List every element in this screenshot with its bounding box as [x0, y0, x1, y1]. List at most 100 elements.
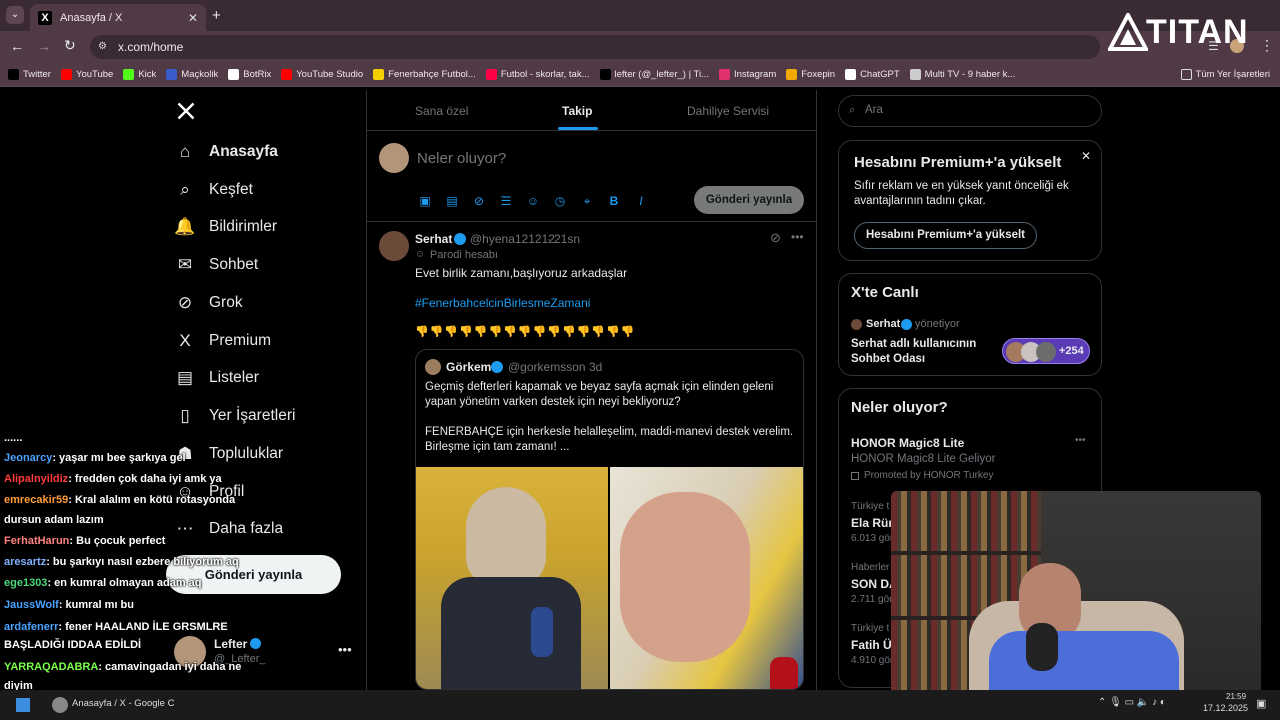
youtube-studio-icon: [281, 69, 293, 80]
bookmark-item[interactable]: Kick: [123, 69, 156, 80]
ad-title[interactable]: HONOR Magic8 Lite: [851, 436, 964, 450]
tab-for-you[interactable]: Sana özel: [415, 104, 468, 118]
ad-more-icon[interactable]: •••: [1075, 435, 1086, 446]
parody-icon: ☺: [415, 249, 426, 260]
composer-input[interactable]: Neler oluyor?: [417, 150, 506, 167]
clock-time[interactable]: 21:59: [1226, 692, 1246, 701]
browser-toolbar: ← → ↻ ⚙ x.com/home ☰ ⋮: [0, 31, 1280, 63]
quote-image-right[interactable]: [610, 467, 803, 689]
tweet[interactable]: Serhat @hyena121212 · 21sn ⊘ ••• ☺ Parod…: [367, 222, 816, 690]
tweet-hashtag[interactable]: #FenerbahcelcinBirlesmeZamani: [415, 296, 590, 310]
quote-image-left[interactable]: [416, 467, 608, 689]
nav-item-messages[interactable]: ✉ Sohbet: [174, 254, 258, 276]
menu-icon[interactable]: ⋮: [1260, 37, 1274, 54]
emoji-icon[interactable]: ☺: [525, 193, 541, 209]
bookmark-item[interactable]: Futbol - skorlar, tak...: [485, 69, 590, 80]
chat-username[interactable]: Alipalnyildiz: [4, 473, 68, 485]
reload-icon[interactable]: ↻: [64, 37, 76, 54]
account-more-icon[interactable]: •••: [338, 642, 352, 657]
back-icon[interactable]: ←: [10, 38, 24, 54]
nav-item-notifications[interactable]: 🔔 Bildirimler: [174, 216, 277, 238]
tweet-time[interactable]: 21sn: [554, 232, 580, 246]
nav-item-home[interactable]: ⌂ Anasayfa: [174, 141, 278, 163]
gif-icon[interactable]: ▤: [444, 193, 460, 209]
forward-icon[interactable]: →: [37, 38, 51, 54]
bookmark-item[interactable]: lefter (@_lefter_) | Ti...: [599, 69, 709, 80]
start-icon[interactable]: [16, 698, 30, 712]
bookmark-item[interactable]: YouTube: [60, 69, 113, 80]
nav-item-premium-x[interactable]: X Premium: [174, 330, 271, 352]
notification-icon[interactable]: ▣: [1256, 697, 1266, 710]
taskbar-app-label[interactable]: Anasayfa / X - Google C: [72, 698, 174, 709]
bookmark-item[interactable]: BotRix: [228, 69, 271, 80]
close-icon[interactable]: ✕: [1081, 149, 1091, 163]
poll-icon[interactable]: ☰: [498, 193, 514, 209]
tweet-author-name[interactable]: Serhat: [415, 232, 452, 246]
browser-tab[interactable]: X Anasayfa / X ✕: [30, 4, 206, 31]
chat-message: Jeonarcy: yaşar mı bee şarkıya gel: [4, 452, 186, 464]
chat-username[interactable]: Jeonarcy: [4, 452, 52, 464]
live-listeners-pill[interactable]: +254: [1002, 338, 1090, 364]
bookmark-item[interactable]: Multi TV - 9 haber k...: [909, 69, 1015, 80]
grok-explain-icon[interactable]: ⊘: [770, 230, 781, 246]
multitv-icon: [909, 69, 921, 80]
bookmark-item[interactable]: YouTube Studio: [281, 69, 363, 80]
new-tab-button[interactable]: +: [212, 7, 221, 24]
tab-list-dahiliye[interactable]: Dahiliye Servisi: [687, 104, 769, 118]
media-icon[interactable]: ▣: [417, 193, 433, 209]
location-icon[interactable]: ⌖: [579, 193, 595, 209]
bookmark-item[interactable]: Maçkolik: [166, 69, 218, 80]
messages-icon: ✉: [177, 255, 193, 274]
bold-icon[interactable]: B: [606, 193, 622, 209]
italic-icon[interactable]: I: [633, 193, 649, 209]
nav-item-explore[interactable]: ⌕ Keşfet: [174, 179, 253, 201]
quoted-tweet[interactable]: Görkem @gorkemsson · 3d Geçmiş defterler…: [415, 349, 804, 690]
nav-item-more[interactable]: ⋯ Daha fazla: [174, 518, 284, 540]
chat-username[interactable]: ardafenerr: [4, 621, 58, 633]
tab-following[interactable]: Takip: [562, 104, 592, 118]
chat-username[interactable]: JaussWolf: [4, 599, 59, 611]
grok-icon[interactable]: ⊘: [471, 193, 487, 209]
chat-username[interactable]: YARRAQADABRA: [4, 661, 98, 673]
chat-text: : fredden çok daha iyi amk ya: [68, 473, 222, 485]
x-icon: [8, 69, 19, 80]
live-host-name[interactable]: Serhat: [866, 318, 900, 330]
nav-item-label: Premium: [209, 332, 272, 349]
chat-username[interactable]: aresartz: [4, 556, 46, 568]
search-box[interactable]: ⌕ Ara: [838, 95, 1102, 127]
image-figure-body: [441, 577, 581, 689]
nav-item-grok[interactable]: ⊘ Grok: [174, 292, 243, 314]
nav-item-lists[interactable]: ▤ Listeler: [174, 367, 259, 389]
all-bookmarks-folder[interactable]: Tüm Yer İşaretleri: [1180, 69, 1270, 80]
x-logo-icon[interactable]: [176, 101, 196, 127]
titan-logo-mark-icon: [1108, 13, 1148, 51]
compose-post-button[interactable]: Gönderi yayınla: [694, 186, 804, 214]
bookmark-item[interactable]: Fenerbahçe Futbol...: [373, 69, 476, 80]
foxepin-icon: [786, 69, 798, 80]
site-info-icon[interactable]: ⚙: [98, 35, 107, 59]
tray-icons[interactable]: ⌃ 🎙 ▭ 🔈 ♪ ◐: [1098, 697, 1166, 708]
bookmark-item[interactable]: ChatGPT: [845, 69, 900, 80]
clock-date[interactable]: 17.12.2025: [1203, 703, 1248, 713]
nav-item-bookmarks[interactable]: ▯ Yer İşaretleri: [174, 405, 295, 427]
taskbar-app-icon[interactable]: [52, 697, 68, 713]
bookmark-item[interactable]: Foxepin: [786, 69, 835, 80]
chat-username[interactable]: emrecakir59: [4, 494, 68, 506]
kick-icon: [123, 69, 135, 80]
schedule-icon[interactable]: ◷: [552, 193, 568, 209]
bookmark-item[interactable]: Twitter: [8, 69, 51, 80]
image-mic: [531, 607, 553, 657]
tweet-avatar[interactable]: [379, 231, 409, 261]
address-bar[interactable]: ⚙ x.com/home: [90, 35, 1100, 59]
live-room-title[interactable]: Serhat adlı kullanıcının Sohbet Odası: [851, 337, 991, 367]
premium-upgrade-button[interactable]: Hesabını Premium+'a yükselt: [854, 222, 1038, 249]
chat-username[interactable]: FerhatHarun: [4, 535, 69, 547]
nav-item-communities[interactable]: ☗ Topluluklar: [174, 443, 283, 465]
chat-username[interactable]: ege1303: [4, 577, 47, 589]
tab-list-button[interactable]: ⌄: [6, 6, 24, 24]
tweet-more-icon[interactable]: •••: [791, 230, 804, 244]
bookmark-item[interactable]: Instagram: [719, 69, 776, 80]
nav-item-label: Topluluklar: [209, 445, 284, 462]
tweet-author-handle[interactable]: @hyena121212: [470, 232, 555, 246]
close-tab-icon[interactable]: ✕: [188, 11, 198, 25]
